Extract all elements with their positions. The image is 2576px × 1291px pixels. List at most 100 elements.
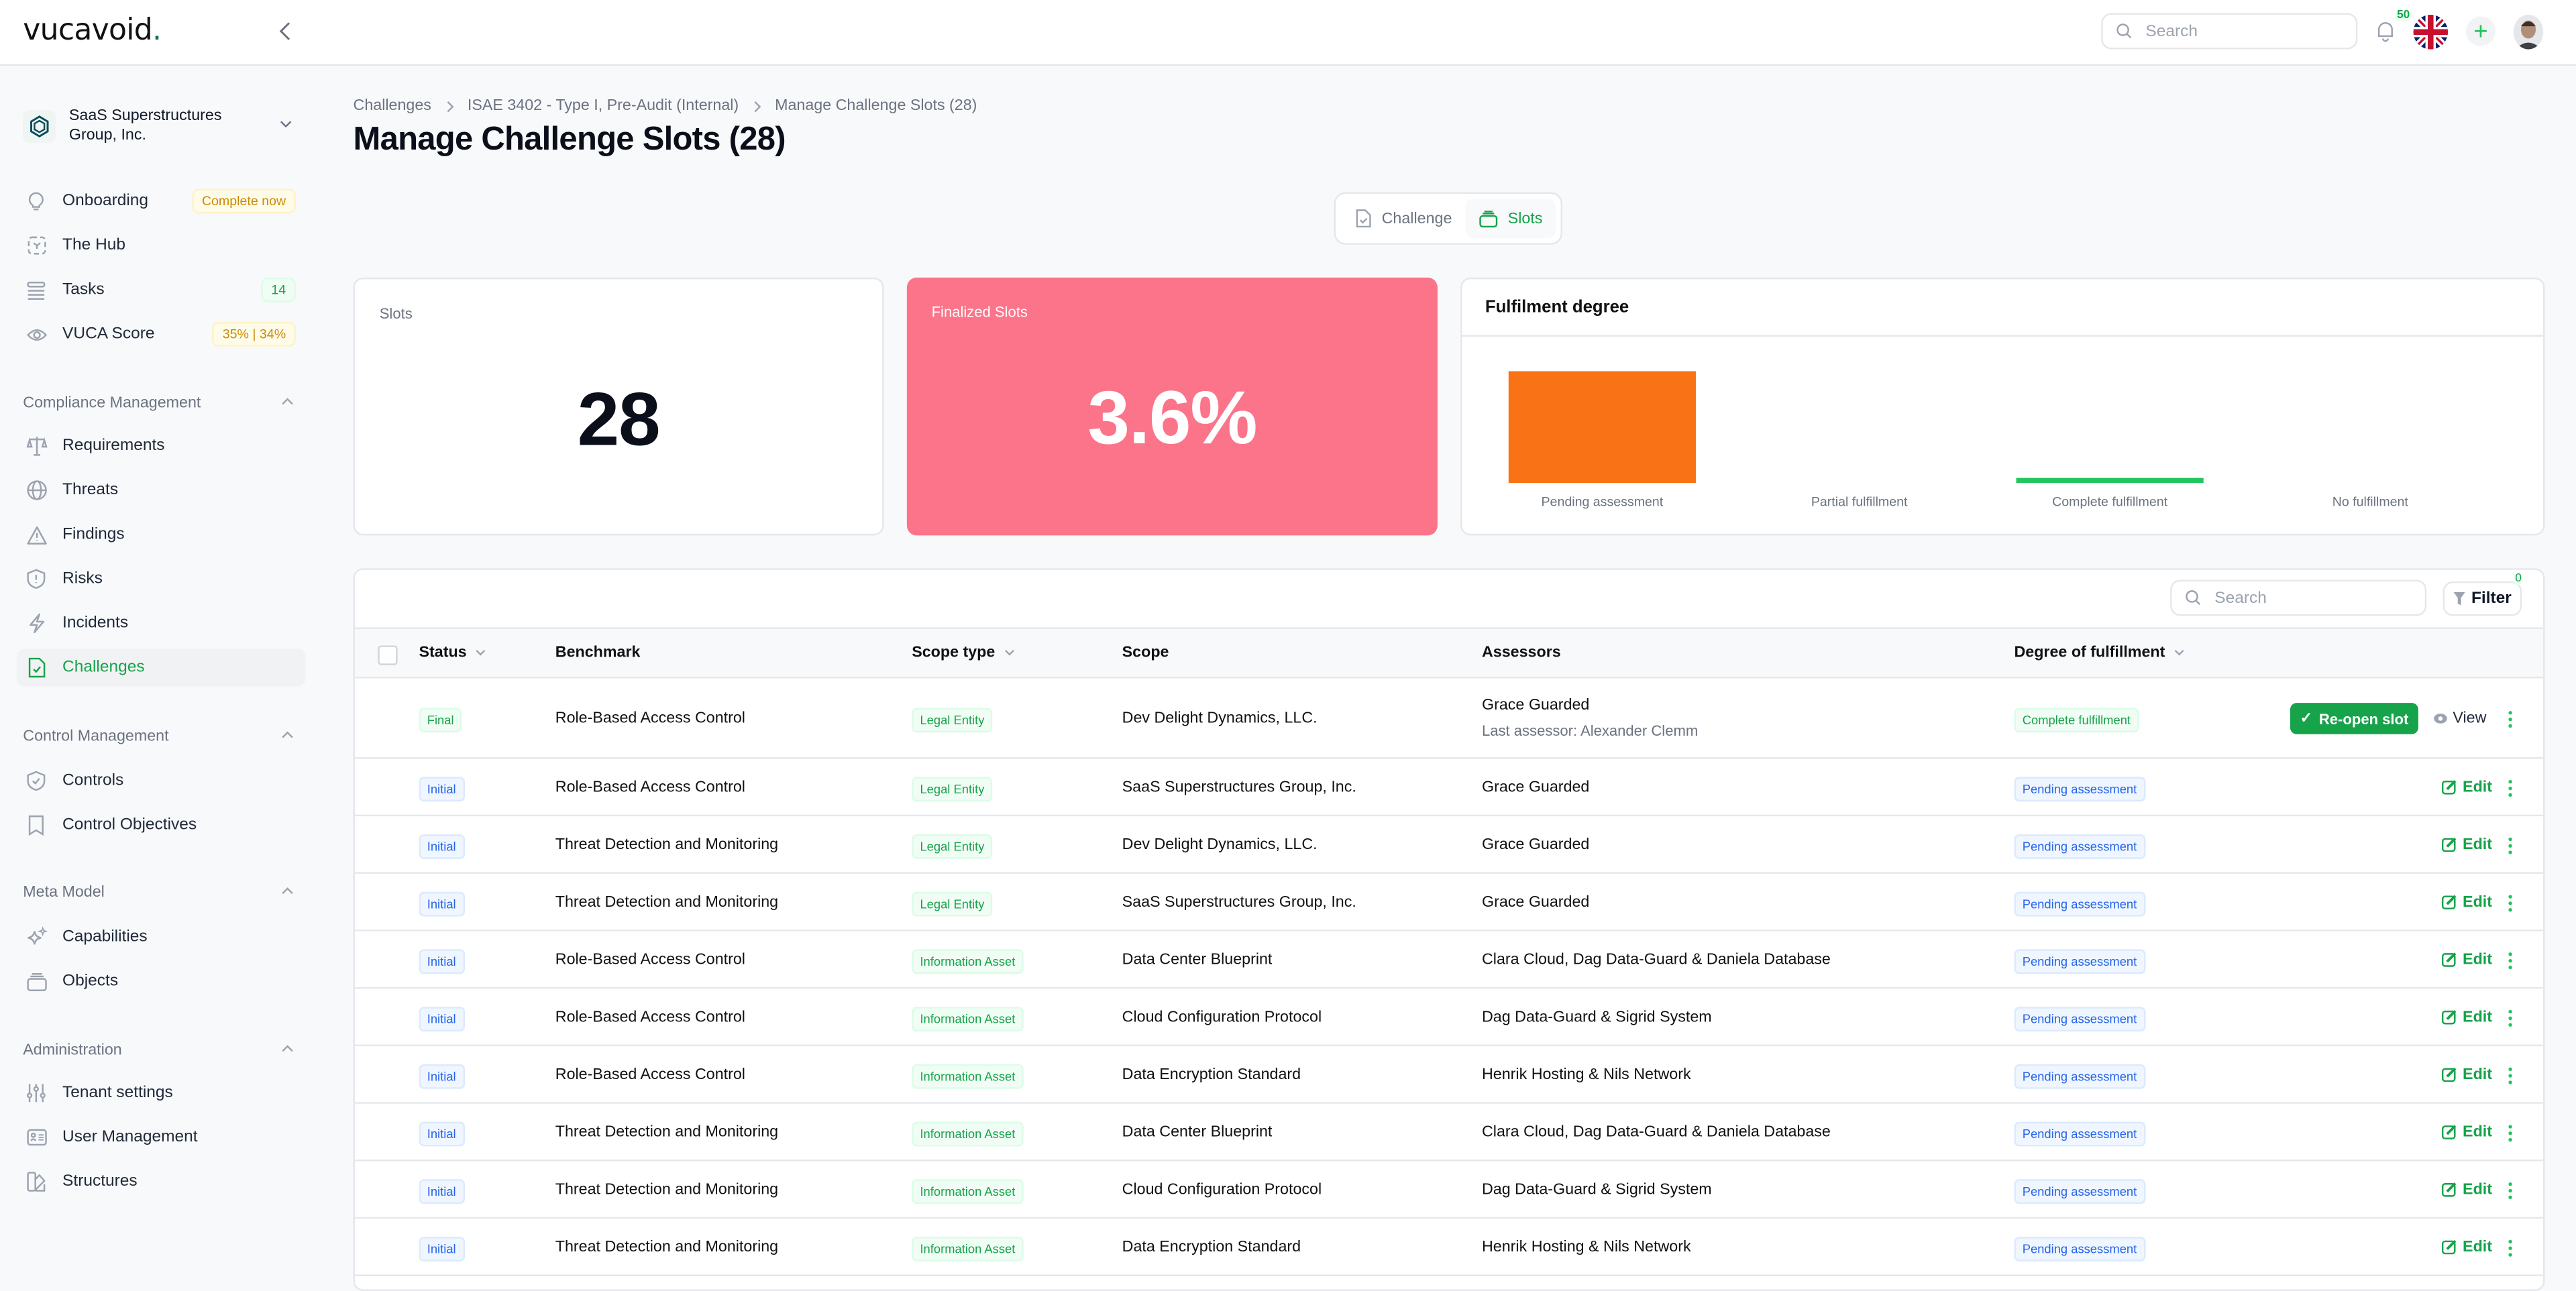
more-options-icon[interactable] xyxy=(2506,709,2516,728)
breadcrumb-challenges[interactable]: Challenges xyxy=(354,97,431,115)
more-options-icon[interactable] xyxy=(2506,835,2516,854)
view-button[interactable]: View xyxy=(2433,709,2486,727)
sidebar-item-risks[interactable]: Risks xyxy=(16,560,305,598)
sidebar-item-capabilities[interactable]: Capabilities xyxy=(16,918,305,956)
section-meta-model[interactable]: Meta Model xyxy=(23,881,296,903)
table-search-input[interactable] xyxy=(2211,587,2416,609)
table-row[interactable]: Initial Role-Based Access Control Informat… xyxy=(354,932,2544,989)
chart-category-label: No fulfillment xyxy=(2332,494,2409,509)
user-avatar[interactable] xyxy=(2513,15,2544,50)
sidebar-item-label: The Hub xyxy=(62,236,126,255)
edit-button[interactable]: Edit xyxy=(2441,1007,2492,1025)
scope-type-badge: Information Asset xyxy=(912,1121,1024,1146)
sidebar-item-the-hub[interactable]: The Hub xyxy=(16,227,305,264)
edit-button[interactable]: Edit xyxy=(2441,1123,2492,1141)
language-selector[interactable] xyxy=(2413,15,2449,50)
more-options-icon[interactable] xyxy=(2506,1237,2516,1257)
benchmark-cell: Threat Detection and Monitoring xyxy=(555,1237,779,1256)
table-row[interactable]: Initial Role-Based Access Control Informat… xyxy=(354,1046,2544,1104)
sidebar-item-user-management[interactable]: User Management xyxy=(16,1119,305,1156)
table-row[interactable]: Initial Threat Detection and Monitoring Le… xyxy=(354,874,2544,932)
sidebar-item-vuca-score[interactable]: VUCA Score 35% | 34% xyxy=(16,315,305,353)
chevron-up-icon xyxy=(282,731,293,738)
sidebar-item-label: Control Objectives xyxy=(62,816,197,835)
column-status[interactable]: Status xyxy=(419,644,486,662)
sidebar-item-onboarding[interactable]: Onboarding Complete now xyxy=(16,182,305,220)
more-options-icon[interactable] xyxy=(2506,950,2516,970)
chevron-down-icon xyxy=(1004,649,1014,656)
sidebar-item-control-objectives[interactable]: Control Objectives xyxy=(16,806,305,844)
edit-button[interactable]: Edit xyxy=(2441,835,2492,853)
table-row[interactable]: Final Role-Based Access Control Legal Enti… xyxy=(354,678,2544,759)
benchmark-cell: Threat Detection and Monitoring xyxy=(555,1180,779,1198)
sidebar-item-label: Incidents xyxy=(62,614,129,632)
sidebar-item-tasks[interactable]: Tasks 14 xyxy=(16,271,305,308)
column-benchmark: Benchmark xyxy=(555,644,641,662)
table-row[interactable]: Initial Role-Based Access Control Legal En… xyxy=(354,759,2544,817)
degree-badge: Pending assessment xyxy=(2014,1235,2145,1261)
sidebar-item-tenant-settings[interactable]: Tenant settings xyxy=(16,1074,305,1112)
table-row[interactable]: Initial Threat Detection and Monitoring In… xyxy=(354,1104,2544,1162)
button-label: Edit xyxy=(2463,1122,2493,1141)
assessors-cell: Clara Cloud, Dag Data-Guard & Daniela Da… xyxy=(1481,1122,1831,1141)
sidebar-item-requirements[interactable]: Requirements xyxy=(16,427,305,465)
breadcrumb: Challenges ISAE 3402 - Type I, Pre-Audit… xyxy=(354,97,977,115)
logo-text: vucavoid xyxy=(23,13,152,48)
filter-button[interactable]: Filter xyxy=(2443,581,2522,616)
section-control-management[interactable]: Control Management xyxy=(23,724,296,747)
edit-button[interactable]: Edit xyxy=(2441,950,2492,968)
sidebar-item-objects[interactable]: Objects xyxy=(16,962,305,1000)
section-administration[interactable]: Administration xyxy=(23,1038,296,1061)
column-scope: Scope xyxy=(1122,644,1169,662)
collapse-sidebar-button[interactable] xyxy=(276,19,295,42)
tab-challenge[interactable]: Challenge xyxy=(1342,199,1465,238)
sidebar-item-findings[interactable]: Findings xyxy=(16,516,305,553)
sidebar-item-incidents[interactable]: Incidents xyxy=(16,604,305,642)
edit-button[interactable]: Edit xyxy=(2441,893,2492,911)
scope-cell: Data Encryption Standard xyxy=(1122,1237,1301,1256)
section-compliance-management[interactable]: Compliance Management xyxy=(23,391,296,414)
scope-cell: SaaS Superstructures Group, Inc. xyxy=(1122,777,1356,796)
more-options-icon[interactable] xyxy=(2506,893,2516,912)
assessors-cell: Henrik Hosting & Nils Network xyxy=(1481,1237,1691,1256)
select-all-checkbox[interactable] xyxy=(378,645,398,665)
logo[interactable]: vucavoid. xyxy=(23,13,162,48)
table-row[interactable]: Initial Threat Detection and Monitoring In… xyxy=(354,1219,2544,1276)
sidebar: SaaS Superstructures Group, Inc. Onboard… xyxy=(0,66,329,1286)
add-button[interactable]: + xyxy=(2465,16,2496,46)
sidebar-item-challenges[interactable]: Challenges xyxy=(16,649,306,687)
reopen-slot-button[interactable]: ✓ Re-open slot xyxy=(2290,703,2419,734)
edit-icon xyxy=(2441,1009,2457,1025)
edit-button[interactable]: Edit xyxy=(2441,1180,2492,1198)
tab-slots[interactable]: Slots xyxy=(1465,199,1556,239)
sidebar-item-threats[interactable]: Threats xyxy=(16,471,305,509)
sidebar-item-controls[interactable]: Controls xyxy=(16,762,305,799)
table-search[interactable] xyxy=(2170,579,2427,616)
notifications-button[interactable] xyxy=(2375,19,2395,42)
table-row[interactable]: Initial Threat Detection and Monitoring In… xyxy=(354,1161,2544,1219)
table-row[interactable]: Initial Threat Detection and Monitoring Le… xyxy=(354,816,2544,874)
edit-button[interactable]: Edit xyxy=(2441,1065,2492,1083)
chart-bar-pending-assessment[interactable] xyxy=(1508,371,1696,484)
more-options-icon[interactable] xyxy=(2506,778,2516,797)
more-options-icon[interactable] xyxy=(2506,1123,2516,1142)
global-search-input[interactable] xyxy=(2142,20,2347,42)
column-scope-type[interactable]: Scope type xyxy=(912,644,1015,662)
assessors-cell: Grace Guarded xyxy=(1481,777,1590,796)
more-options-icon[interactable] xyxy=(2506,1007,2516,1027)
org-switcher[interactable]: SaaS Superstructures Group, Inc. xyxy=(23,102,302,151)
slots-table-card: Filter 0 Status Benchmark Scope type Sco… xyxy=(353,568,2545,1291)
shield-check-icon xyxy=(25,769,48,792)
more-options-icon[interactable] xyxy=(2506,1065,2516,1084)
bolt-icon xyxy=(25,612,48,634)
edit-button[interactable]: Edit xyxy=(2441,1237,2492,1255)
chart-bar-complete-fulfillment[interactable] xyxy=(2016,478,2204,484)
sidebar-item-structures[interactable]: Structures xyxy=(16,1163,305,1200)
more-options-icon[interactable] xyxy=(2506,1180,2516,1200)
breadcrumb-challenge[interactable]: ISAE 3402 - Type I, Pre-Audit (Internal) xyxy=(468,97,739,115)
edit-button[interactable]: Edit xyxy=(2441,778,2492,796)
hub-icon xyxy=(25,234,48,257)
global-search[interactable] xyxy=(2101,13,2358,50)
column-degree[interactable]: Degree of fulfillment xyxy=(2014,644,2184,662)
table-row[interactable]: Initial Role-Based Access Control Informat… xyxy=(354,989,2544,1047)
